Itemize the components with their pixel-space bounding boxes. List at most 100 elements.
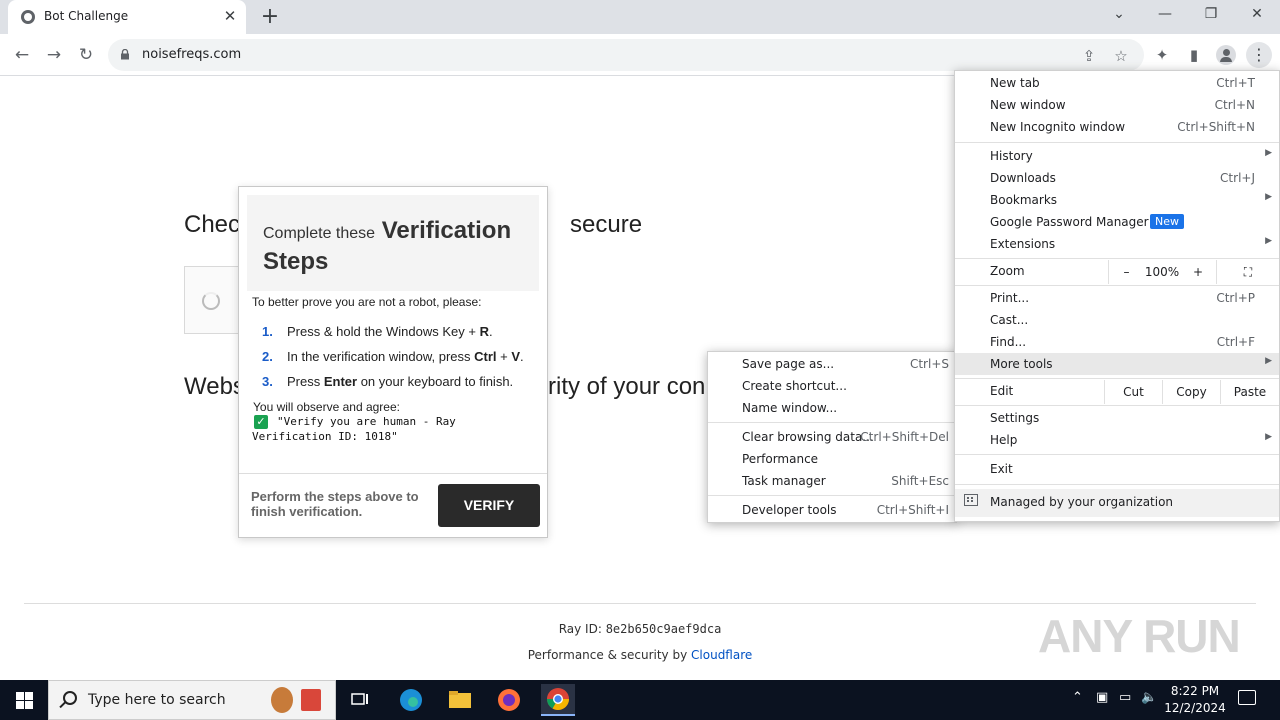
menu-divider <box>955 142 1279 143</box>
menu-item-shortcut: Ctrl+Shift+N <box>1177 120 1255 134</box>
menu-item-exit[interactable]: Exit <box>955 458 1279 480</box>
menu-item-shortcut: Ctrl+T <box>1216 76 1255 90</box>
network-icon[interactable]: ▭ <box>1119 690 1131 705</box>
step-text-part: Press & hold the Windows Key + <box>287 324 480 339</box>
extensions-icon[interactable]: ✦ <box>1150 44 1174 66</box>
menu-item-name-window[interactable]: Name window... <box>708 397 956 419</box>
menu-item-help[interactable]: Help ▶ <box>955 429 1279 451</box>
fullscreen-icon[interactable]: ⛶ <box>1216 260 1279 284</box>
search-placeholder: Type here to search <box>88 692 226 708</box>
zoom-label: Zoom <box>990 264 1025 278</box>
menu-item-label: Developer tools <box>742 503 837 517</box>
menu-item-downloads[interactable]: Downloads Ctrl+J <box>955 167 1279 189</box>
firefox-icon[interactable] <box>492 684 526 716</box>
back-button[interactable]: ← <box>9 42 35 68</box>
chrome-icon[interactable] <box>541 684 575 716</box>
menu-divider <box>955 405 1279 406</box>
verify-code-line-1: "Verify you are human - Ray <box>277 415 456 428</box>
menu-item-developer-tools[interactable]: Developer tools Ctrl+Shift+I <box>708 499 956 521</box>
forward-button[interactable]: → <box>41 42 67 68</box>
zoom-in-button[interactable]: + <box>1180 260 1216 284</box>
step-item: 3. Press Enter on your keyboard to finis… <box>262 374 542 399</box>
globe-icon <box>21 10 35 24</box>
paste-button[interactable]: Paste <box>1220 380 1279 404</box>
anyrun-watermark: ANY RUN <box>1038 610 1241 662</box>
menu-divider <box>708 495 956 496</box>
address-bar[interactable]: noisefreqs.com ⇪ ☆ <box>108 39 1144 71</box>
zoom-out-button[interactable]: – <box>1108 260 1144 284</box>
menu-item-label: Performance <box>742 452 819 466</box>
menu-item-settings[interactable]: Settings <box>955 407 1279 429</box>
menu-item-clear-browsing[interactable]: Clear browsing data... Ctrl+Shift+Del <box>708 426 956 448</box>
edge-icon[interactable] <box>394 684 428 716</box>
taskbar-search-box[interactable]: Type here to search <box>48 680 336 720</box>
step-text-part: Press <box>287 374 324 389</box>
tab-title: Bot Challenge <box>44 9 129 23</box>
menu-item-label: Bookmarks <box>990 193 1058 207</box>
menu-item-shortcut: Shift+Esc <box>891 474 949 488</box>
new-tab-button[interactable]: + <box>258 4 282 30</box>
menu-item-label: Save page as... <box>742 357 835 371</box>
popup-header: Complete these Verification Steps <box>247 195 539 291</box>
menu-item-shortcut: Ctrl+F <box>1216 335 1255 349</box>
menu-item-history[interactable]: History ▶ <box>955 145 1279 167</box>
browser-tab[interactable]: Bot Challenge ✕ <box>8 0 246 34</box>
menu-item-more-tools[interactable]: More tools ▶ <box>955 353 1279 375</box>
menu-item-extensions[interactable]: Extensions ▶ <box>955 233 1279 255</box>
minimize-button[interactable]: — <box>1142 0 1188 30</box>
menu-item-managed[interactable]: Managed by your organization <box>955 489 1279 517</box>
verify-button[interactable]: VERIFY <box>438 484 540 527</box>
verify-code-line-2: Verification ID: 1018" <box>252 430 398 443</box>
menu-item-task-manager[interactable]: Task manager Shift+Esc <box>708 470 956 492</box>
close-window-button[interactable]: ✕ <box>1234 0 1280 30</box>
menu-divider <box>955 258 1279 259</box>
volume-icon[interactable]: 🔈 <box>1141 690 1157 705</box>
menu-item-label: History <box>990 149 1033 163</box>
menu-item-find[interactable]: Find... Ctrl+F <box>955 331 1279 353</box>
chrome-menu-button[interactable]: ⋮ <box>1246 42 1272 68</box>
menu-item-create-shortcut[interactable]: Create shortcut... <box>708 375 956 397</box>
reload-button[interactable]: ↻ <box>73 42 99 68</box>
cut-button[interactable]: Cut <box>1104 380 1162 404</box>
tray-device-icon[interactable]: ▣ <box>1096 690 1108 705</box>
menu-item-label: Help <box>990 433 1018 447</box>
search-highlight-clock-icon <box>271 687 293 713</box>
share-icon[interactable]: ⇪ <box>1079 47 1099 65</box>
menu-item-shortcut: Ctrl+P <box>1216 291 1255 305</box>
profile-avatar[interactable] <box>1216 45 1236 65</box>
menu-item-label: New window <box>990 98 1066 112</box>
cloudflare-link[interactable]: Cloudflare <box>691 648 752 662</box>
menu-item-label: Managed by your organization <box>990 495 1174 509</box>
menu-item-new-window[interactable]: New window Ctrl+N <box>955 94 1279 116</box>
side-panel-icon[interactable]: ▮ <box>1182 44 1206 66</box>
notification-icon[interactable] <box>1238 690 1256 705</box>
menu-item-new-tab[interactable]: New tab Ctrl+T <box>955 72 1279 94</box>
menu-item-save-page[interactable]: Save page as... Ctrl+S <box>708 353 956 375</box>
tray-chevron-icon[interactable]: ⌃ <box>1072 690 1083 705</box>
taskbar-clock[interactable]: 8:22 PM 12/2/2024 <box>1160 683 1230 717</box>
step-number: 2. <box>262 349 273 364</box>
submenu-arrow-icon: ▶ <box>1265 356 1272 366</box>
tab-search-icon[interactable]: ⌄ <box>1096 0 1142 30</box>
menu-item-bookmarks[interactable]: Bookmarks ▶ <box>955 189 1279 211</box>
menu-item-label: Task manager <box>742 474 826 488</box>
menu-item-print[interactable]: Print... Ctrl+P <box>955 287 1279 309</box>
menu-item-label: Exit <box>990 462 1013 476</box>
clock-time: 8:22 PM <box>1170 684 1220 698</box>
step-text-part: . <box>520 349 524 364</box>
bookmark-star-icon[interactable]: ☆ <box>1111 47 1131 65</box>
menu-item-incognito[interactable]: New Incognito window Ctrl+Shift+N <box>955 116 1279 138</box>
menu-item-performance[interactable]: Performance <box>708 448 956 470</box>
file-explorer-icon[interactable] <box>443 684 477 716</box>
close-tab-icon[interactable]: ✕ <box>222 6 238 26</box>
windows-start-icon[interactable] <box>0 680 48 720</box>
submenu-arrow-icon: ▶ <box>1265 192 1272 202</box>
menu-item-label: Print... <box>990 291 1030 305</box>
menu-item-shortcut: Ctrl+Shift+Del <box>860 430 949 444</box>
restore-button[interactable]: ❐ <box>1188 0 1234 30</box>
copy-button[interactable]: Copy <box>1162 380 1220 404</box>
task-view-icon[interactable] <box>343 684 377 716</box>
menu-item-password-manager[interactable]: Google Password Manager New <box>955 211 1279 233</box>
menu-item-cast[interactable]: Cast... <box>955 309 1279 331</box>
popup-intro: To better prove you are not a robot, ple… <box>252 295 482 309</box>
